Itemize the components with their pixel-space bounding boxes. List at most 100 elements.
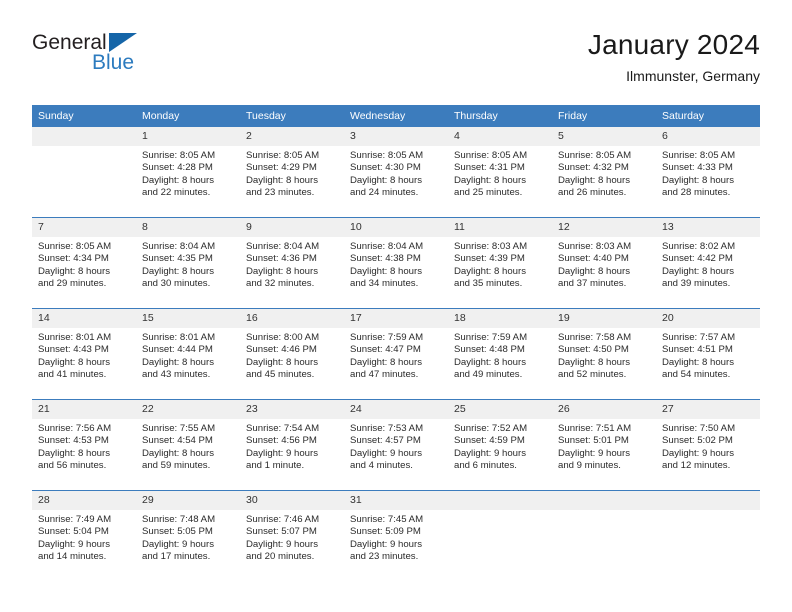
calendar-day-cell[interactable]: 30 Sunrise: 7:46 AM Sunset: 5:07 PM Dayligh… — [240, 490, 344, 581]
day-number: 31 — [344, 491, 448, 510]
daylight-text-line2: and 52 minutes. — [558, 369, 627, 381]
daylight-text-line1: Daylight: 8 hours — [142, 356, 214, 368]
calendar-day-cell[interactable]: 22 Sunrise: 7:55 AM Sunset: 4:54 PM Dayligh… — [136, 399, 240, 491]
daylight-text-line2: and 45 minutes. — [246, 369, 315, 381]
daylight-text-line2: and 34 minutes. — [350, 278, 419, 290]
daylight-text-line2: and 20 minutes. — [246, 551, 315, 563]
calendar-day-cell[interactable]: 7 Sunrise: 8:05 AM Sunset: 4:34 PM Daylight… — [32, 217, 136, 309]
calendar-cell-inner: 6 Sunrise: 8:05 AM Sunset: 4:33 PM Daylight… — [656, 127, 760, 217]
calendar-day-cell[interactable]: 8 Sunrise: 8:04 AM Sunset: 4:35 PM Daylight… — [136, 217, 240, 309]
day-number: 16 — [240, 309, 344, 328]
calendar-cell-empty — [448, 490, 552, 581]
calendar-day-cell[interactable]: 27 Sunrise: 7:50 AM Sunset: 5:02 PM Dayligh… — [656, 399, 760, 491]
sunset-text: Sunset: 5:05 PM — [142, 526, 213, 538]
calendar-day-cell[interactable]: 20 Sunrise: 7:57 AM Sunset: 4:51 PM Dayligh… — [656, 308, 760, 400]
day-details: Sunrise: 7:49 AM Sunset: 5:04 PM Daylight:… — [32, 510, 136, 564]
calendar-day-cell[interactable]: 15 Sunrise: 8:01 AM Sunset: 4:44 PM Dayligh… — [136, 308, 240, 400]
calendar-page: General Blue January 2024 Ilmmunster, Ge… — [0, 0, 792, 612]
day-details: Sunrise: 8:05 AM Sunset: 4:33 PM Daylight:… — [656, 146, 760, 200]
calendar-day-cell[interactable]: 17 Sunrise: 7:59 AM Sunset: 4:47 PM Dayligh… — [344, 308, 448, 400]
day-details: Sunrise: 8:04 AM Sunset: 4:36 PM Daylight:… — [240, 237, 344, 291]
calendar-day-cell[interactable]: 26 Sunrise: 7:51 AM Sunset: 5:01 PM Dayligh… — [552, 399, 656, 491]
daylight-text-line2: and 49 minutes. — [454, 369, 523, 381]
daylight-text-line1: Daylight: 9 hours — [662, 447, 734, 459]
sunset-text: Sunset: 4:28 PM — [142, 162, 213, 174]
sunrise-text: Sunrise: 8:05 AM — [142, 150, 216, 161]
calendar-day-cell[interactable]: 4 Sunrise: 8:05 AM Sunset: 4:31 PM Daylight… — [448, 127, 552, 218]
calendar-day-cell[interactable]: 13 Sunrise: 8:02 AM Sunset: 4:42 PM Dayligh… — [656, 217, 760, 309]
day-details: Sunrise: 7:56 AM Sunset: 4:53 PM Daylight:… — [32, 419, 136, 473]
general-blue-logo[interactable]: General Blue — [32, 32, 152, 80]
daylight-text-line2: and 59 minutes. — [142, 460, 211, 472]
daylight-text-line2: and 47 minutes. — [350, 369, 419, 381]
calendar-day-cell[interactable]: 29 Sunrise: 7:48 AM Sunset: 5:05 PM Dayligh… — [136, 490, 240, 581]
calendar-day-cell[interactable]: 1 Sunrise: 8:05 AM Sunset: 4:28 PM Daylight… — [136, 127, 240, 218]
day-number — [32, 127, 136, 146]
calendar-cell-inner: 29 Sunrise: 7:48 AM Sunset: 5:05 PM Dayligh… — [136, 491, 240, 581]
weekday-header-sunday: Sunday — [32, 105, 136, 127]
daylight-text-line2: and 54 minutes. — [662, 369, 731, 381]
calendar-cell-inner: 2 Sunrise: 8:05 AM Sunset: 4:29 PM Daylight… — [240, 127, 344, 217]
calendar-day-cell[interactable]: 9 Sunrise: 8:04 AM Sunset: 4:36 PM Daylight… — [240, 217, 344, 309]
day-number: 24 — [344, 400, 448, 419]
sunrise-text: Sunrise: 7:49 AM — [38, 514, 112, 525]
calendar-cell-inner: 30 Sunrise: 7:46 AM Sunset: 5:07 PM Dayligh… — [240, 491, 344, 581]
calendar-day-cell[interactable]: 12 Sunrise: 8:03 AM Sunset: 4:40 PM Dayligh… — [552, 217, 656, 309]
day-details: Sunrise: 7:54 AM Sunset: 4:56 PM Daylight:… — [240, 419, 344, 473]
calendar-cell-inner: 21 Sunrise: 7:56 AM Sunset: 4:53 PM Dayligh… — [32, 400, 136, 490]
day-number: 13 — [656, 218, 760, 237]
daylight-text-line1: Daylight: 8 hours — [38, 356, 110, 368]
daylight-text-line2: and 14 minutes. — [38, 551, 107, 563]
day-details: Sunrise: 7:48 AM Sunset: 5:05 PM Daylight:… — [136, 510, 240, 564]
day-number: 15 — [136, 309, 240, 328]
calendar-day-cell[interactable]: 5 Sunrise: 8:05 AM Sunset: 4:32 PM Daylight… — [552, 127, 656, 218]
title-block: January 2024 Ilmmunster, Germany — [588, 28, 760, 86]
calendar-day-cell[interactable]: 25 Sunrise: 7:52 AM Sunset: 4:59 PM Dayligh… — [448, 399, 552, 491]
day-number — [656, 491, 760, 510]
day-details: Sunrise: 8:01 AM Sunset: 4:43 PM Daylight:… — [32, 328, 136, 382]
daylight-text-line2: and 17 minutes. — [142, 551, 211, 563]
calendar-day-cell[interactable]: 11 Sunrise: 8:03 AM Sunset: 4:39 PM Dayligh… — [448, 217, 552, 309]
sunset-text: Sunset: 4:44 PM — [142, 344, 213, 356]
calendar-cell-inner: 3 Sunrise: 8:05 AM Sunset: 4:30 PM Daylight… — [344, 127, 448, 217]
calendar-day-cell[interactable]: 10 Sunrise: 8:04 AM Sunset: 4:38 PM Dayligh… — [344, 217, 448, 309]
calendar-day-cell[interactable]: 23 Sunrise: 7:54 AM Sunset: 4:56 PM Dayligh… — [240, 399, 344, 491]
calendar-cell-inner: 28 Sunrise: 7:49 AM Sunset: 5:04 PM Dayligh… — [32, 491, 136, 581]
calendar-day-cell[interactable]: 19 Sunrise: 7:58 AM Sunset: 4:50 PM Dayligh… — [552, 308, 656, 400]
sunset-text: Sunset: 4:50 PM — [558, 344, 629, 356]
day-details: Sunrise: 8:05 AM Sunset: 4:32 PM Daylight:… — [552, 146, 656, 200]
day-details: Sunrise: 7:59 AM Sunset: 4:47 PM Daylight:… — [344, 328, 448, 382]
day-details: Sunrise: 8:03 AM Sunset: 4:39 PM Daylight:… — [448, 237, 552, 291]
sunrise-text: Sunrise: 7:48 AM — [142, 514, 216, 525]
sunset-text: Sunset: 4:51 PM — [662, 344, 733, 356]
daylight-text-line1: Daylight: 8 hours — [246, 174, 318, 186]
sunset-text: Sunset: 4:56 PM — [246, 435, 317, 447]
calendar-week-row: 7 Sunrise: 8:05 AM Sunset: 4:34 PM Daylight… — [32, 217, 760, 309]
calendar-cell-inner: 22 Sunrise: 7:55 AM Sunset: 4:54 PM Dayligh… — [136, 400, 240, 490]
day-number: 22 — [136, 400, 240, 419]
calendar-day-cell[interactable]: 31 Sunrise: 7:45 AM Sunset: 5:09 PM Dayligh… — [344, 490, 448, 581]
calendar-cell-inner: 4 Sunrise: 8:05 AM Sunset: 4:31 PM Daylight… — [448, 127, 552, 217]
day-number: 5 — [552, 127, 656, 146]
calendar-cell-inner: 15 Sunrise: 8:01 AM Sunset: 4:44 PM Dayligh… — [136, 309, 240, 399]
daylight-text-line1: Daylight: 8 hours — [662, 356, 734, 368]
calendar-day-cell[interactable]: 28 Sunrise: 7:49 AM Sunset: 5:04 PM Dayligh… — [32, 490, 136, 581]
day-details: Sunrise: 8:04 AM Sunset: 4:38 PM Daylight:… — [344, 237, 448, 291]
day-number: 1 — [136, 127, 240, 146]
day-number: 20 — [656, 309, 760, 328]
sunset-text: Sunset: 4:30 PM — [350, 162, 421, 174]
calendar-day-cell[interactable]: 3 Sunrise: 8:05 AM Sunset: 4:30 PM Daylight… — [344, 127, 448, 218]
calendar-day-cell[interactable]: 18 Sunrise: 7:59 AM Sunset: 4:48 PM Dayligh… — [448, 308, 552, 400]
daylight-text-line1: Daylight: 8 hours — [142, 447, 214, 459]
day-number: 18 — [448, 309, 552, 328]
calendar-day-cell[interactable]: 14 Sunrise: 8:01 AM Sunset: 4:43 PM Dayligh… — [32, 308, 136, 400]
calendar-day-cell[interactable]: 24 Sunrise: 7:53 AM Sunset: 4:57 PM Dayligh… — [344, 399, 448, 491]
sunset-text: Sunset: 4:43 PM — [38, 344, 109, 356]
calendar-day-cell[interactable]: 2 Sunrise: 8:05 AM Sunset: 4:29 PM Daylight… — [240, 127, 344, 218]
calendar-day-cell[interactable]: 16 Sunrise: 8:00 AM Sunset: 4:46 PM Dayligh… — [240, 308, 344, 400]
sunrise-text: Sunrise: 8:03 AM — [558, 241, 632, 252]
calendar-day-cell[interactable]: 6 Sunrise: 8:05 AM Sunset: 4:33 PM Daylight… — [656, 127, 760, 218]
sunrise-text: Sunrise: 7:45 AM — [350, 514, 424, 525]
sunrise-text: Sunrise: 7:58 AM — [558, 332, 632, 343]
calendar-day-cell[interactable]: 21 Sunrise: 7:56 AM Sunset: 4:53 PM Dayligh… — [32, 399, 136, 491]
